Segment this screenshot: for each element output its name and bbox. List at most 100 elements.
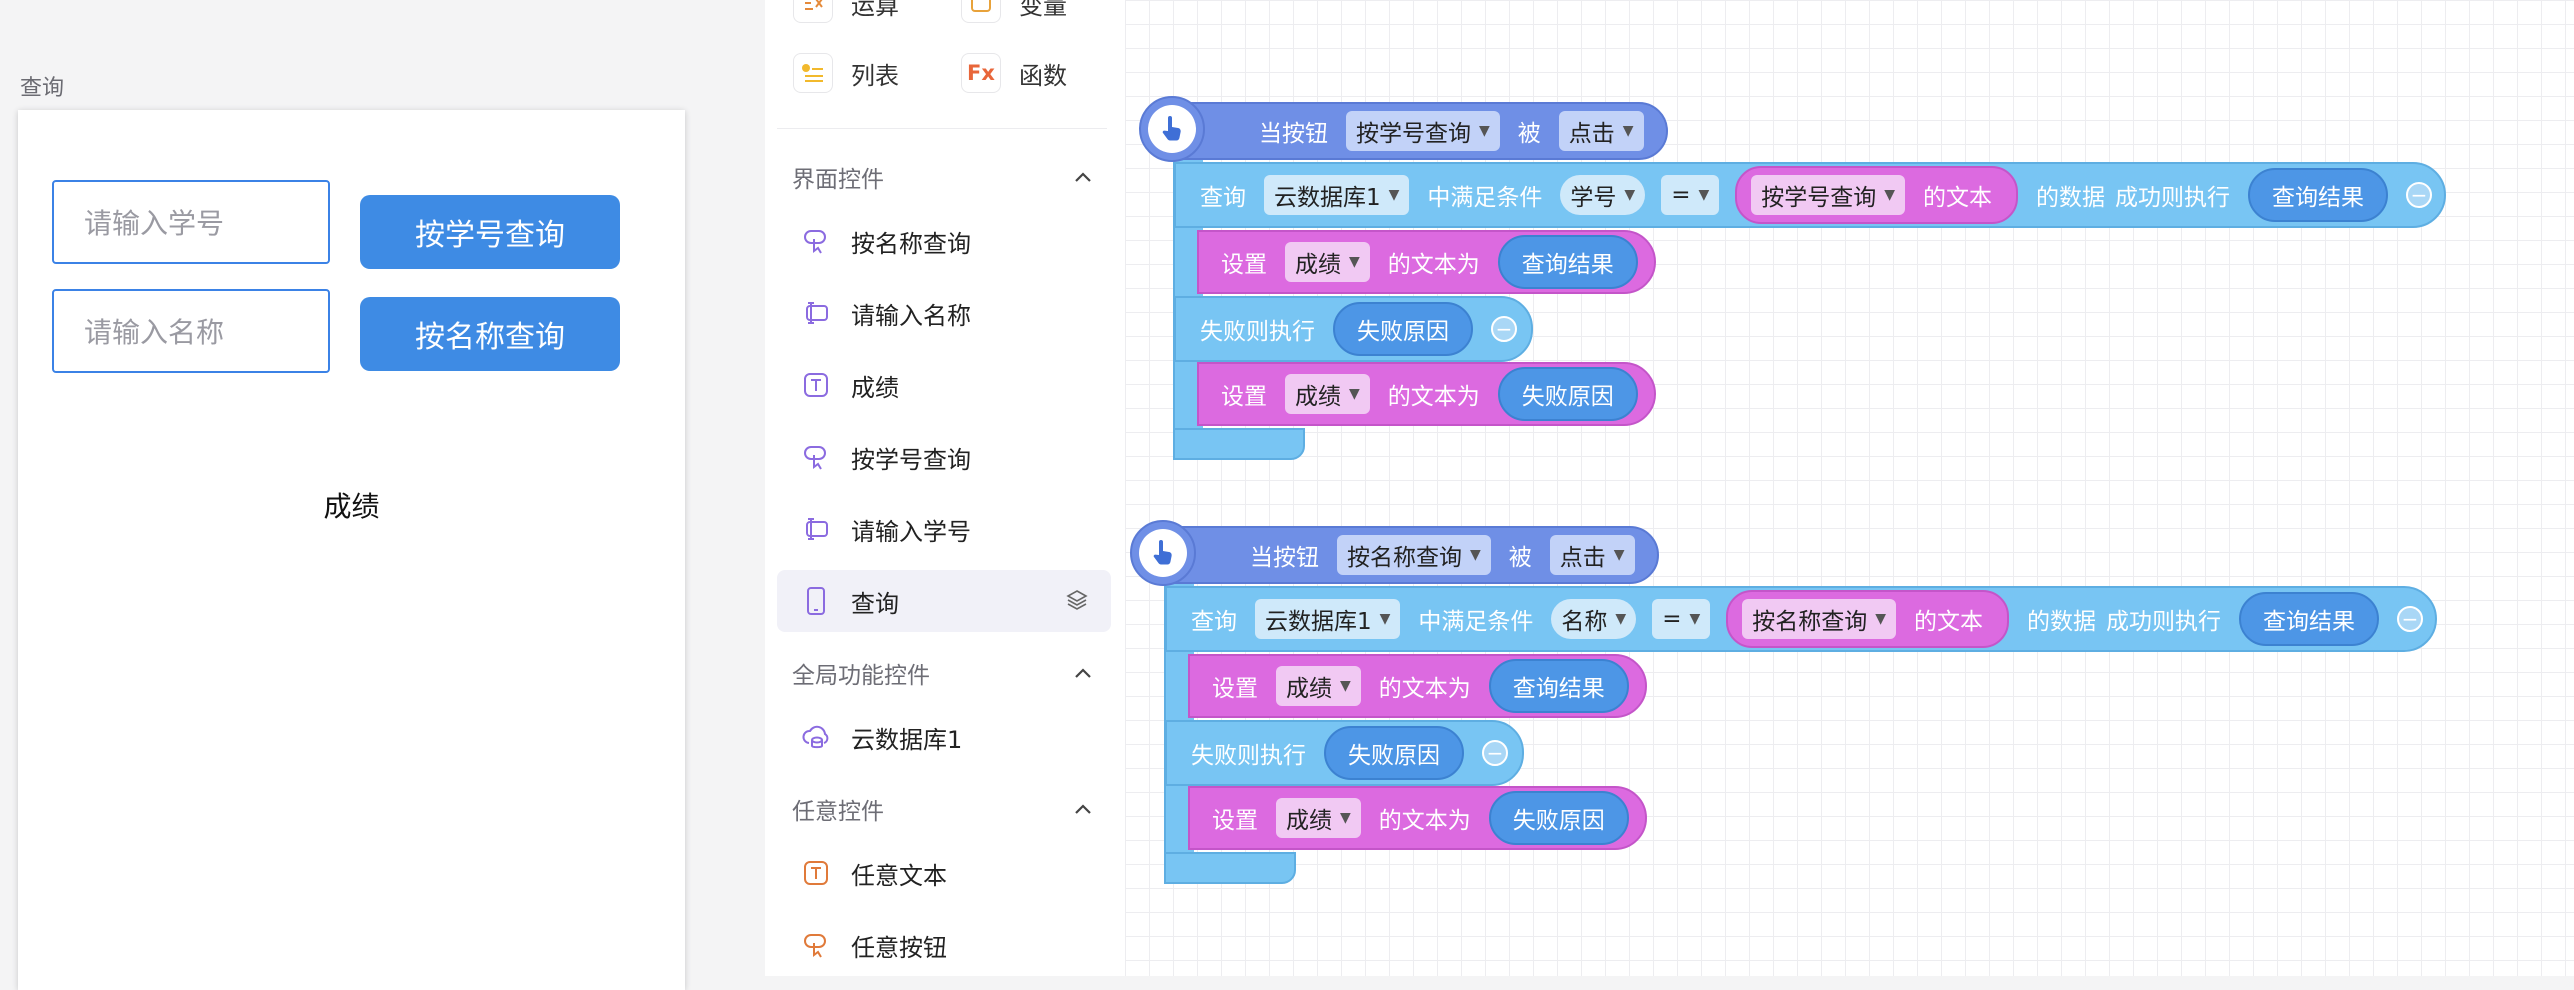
query-result-value[interactable]: 查询结果 [1497, 235, 1638, 289]
component-item-query-by-id[interactable]: 按学号查询 [777, 426, 1111, 488]
query-result-value[interactable]: 查询结果 [1488, 659, 1629, 713]
database-dropdown[interactable]: 云数据库1 ▼ [1264, 175, 1410, 215]
component-item-any-button[interactable]: 任意按钮 [777, 914, 1111, 976]
dropdown-value: 学号 [1570, 185, 1617, 211]
category-variable[interactable]: 变量 [961, 0, 1067, 28]
event-type-dropdown[interactable]: 点击 ▼ [1558, 111, 1644, 151]
target-component-dropdown[interactable]: 成绩 ▼ [1285, 374, 1370, 414]
keyword-text-is: 的文本为 [1387, 384, 1480, 410]
component-item-screen[interactable]: 查询 [777, 570, 1111, 632]
minus-icon[interactable]: − [1491, 316, 1517, 342]
event-footer [1173, 428, 1305, 460]
category-operator[interactable]: 运算 [793, 0, 899, 28]
chevron-down-icon: ▼ [1349, 254, 1360, 270]
fail-reason-variable[interactable]: 失败原因 [1333, 302, 1473, 356]
query-result-variable[interactable]: 查询结果 [2248, 168, 2389, 222]
component-item-name-input[interactable]: 请输入名称 [777, 282, 1111, 344]
section-global-controls[interactable]: 全局功能控件 [792, 656, 1092, 690]
section-ui-controls[interactable]: 界面控件 [792, 160, 1092, 194]
item-label: 按名称查询 [851, 229, 971, 258]
category-function[interactable]: Fx 函数 [961, 48, 1067, 98]
keyword-when-button: 当按钮 [1259, 121, 1328, 147]
section-title: 界面控件 [792, 167, 884, 193]
set-text-block-fail[interactable]: 设置 成绩 ▼ 的文本为 失败原因 [1188, 786, 1647, 850]
minus-icon[interactable]: − [2397, 606, 2424, 632]
component-dropdown[interactable]: 按学号查询 ▼ [1751, 175, 1906, 215]
fail-reason-value[interactable]: 失败原因 [1488, 791, 1629, 845]
target-component-dropdown[interactable]: 成绩 ▼ [1276, 798, 1361, 838]
chevron-down-icon: ▼ [1613, 547, 1625, 563]
block-workspace[interactable]: 当按钮 按学号查询 ▼ 被 点击 ▼ 查询 云数据库1 ▼ 中满足条件 学号 ▼ = ▼ … [1125, 0, 2574, 976]
component-item-cloud-db[interactable]: 云数据库1 [777, 706, 1111, 768]
component-item-score[interactable]: 成绩 [777, 354, 1111, 416]
db-query-block[interactable]: 查询 云数据库1 ▼ 中满足条件 名称 ▼ = ▼ 按名称查询 ▼ 的文本 的数据 成功… [1165, 586, 2438, 652]
target-component-dropdown[interactable]: 成绩 ▼ [1285, 242, 1370, 282]
dropdown-value: 云数据库1 [1265, 609, 1372, 635]
keyword-set: 设置 [1221, 384, 1267, 410]
query-by-id-button[interactable]: 按学号查询 [360, 195, 620, 269]
operator-dropdown[interactable]: = ▼ [1652, 599, 1711, 639]
keyword-success: 成功则执行 [2106, 609, 2222, 635]
label-component-icon [801, 370, 831, 400]
set-text-block-success[interactable]: 设置 成绩 ▼ 的文本为 查询结果 [1188, 654, 1647, 718]
label-component-icon [801, 858, 831, 888]
operator-dropdown[interactable]: = ▼ [1661, 175, 1720, 215]
component-item-query-by-name[interactable]: 按名称查询 [777, 210, 1111, 272]
event-type-dropdown[interactable]: 点击 ▼ [1549, 535, 1635, 575]
keyword-set: 设置 [1212, 676, 1258, 702]
dropdown-value: = [1662, 606, 1682, 632]
text-of-block[interactable]: 按名称查询 ▼ 的文本 [1726, 590, 2010, 648]
chevron-down-icon: ▼ [1379, 611, 1391, 627]
list-icon [793, 53, 833, 93]
chevron-down-icon: ▼ [1875, 611, 1887, 627]
minus-icon[interactable]: − [2406, 182, 2433, 208]
layers-icon[interactable] [1065, 588, 1089, 618]
fail-reason-value[interactable]: 失败原因 [1497, 367, 1638, 421]
category-label: 变量 [1019, 0, 1067, 20]
button-dropdown[interactable]: 按学号查询 ▼ [1346, 111, 1500, 151]
name-input[interactable]: 请输入名称 [52, 289, 330, 373]
keyword-set: 设置 [1221, 252, 1267, 278]
minus-icon[interactable]: − [1482, 740, 1508, 766]
section-any-controls[interactable]: 任意控件 [792, 792, 1092, 826]
chevron-down-icon: ▼ [1615, 611, 1627, 627]
fail-reason-variable[interactable]: 失败原因 [1324, 726, 1464, 780]
screen-name-label: 查询 [20, 76, 65, 101]
event-block-query-by-name[interactable]: 当按钮 按名称查询 ▼ 被 点击 ▼ [1166, 526, 1659, 584]
fail-handler-block[interactable]: 失败则执行 失败原因 − [1174, 296, 1533, 362]
item-label: 成绩 [851, 373, 899, 402]
dropdown-value: 成绩 [1286, 676, 1332, 702]
keyword-when-button: 当按钮 [1250, 545, 1319, 571]
db-query-block[interactable]: 查询 云数据库1 ▼ 中满足条件 学号 ▼ = ▼ 按学号查询 ▼ 的文本 的数据 成功… [1174, 162, 2447, 228]
query-by-name-button[interactable]: 按名称查询 [360, 297, 620, 371]
fail-handler-block[interactable]: 失败则执行 失败原因 − [1165, 720, 1524, 786]
chevron-down-icon: ▼ [1349, 386, 1360, 402]
database-dropdown[interactable]: 云数据库1 ▼ [1255, 599, 1401, 639]
keyword-text-of: 的文本 [1923, 185, 1993, 211]
field-dropdown[interactable]: 名称 ▼ [1551, 599, 1637, 639]
event-block-query-by-id[interactable]: 当按钮 按学号查询 ▼ 被 点击 ▼ [1175, 102, 1668, 160]
component-item-any-text[interactable]: 任意文本 [777, 842, 1111, 904]
textbox-component-icon [801, 298, 831, 328]
function-icon: Fx [961, 53, 1001, 93]
query-result-variable[interactable]: 查询结果 [2239, 592, 2380, 646]
field-dropdown[interactable]: 学号 ▼ [1560, 175, 1646, 215]
event-footer [1164, 852, 1296, 884]
button-component-icon [801, 226, 831, 256]
set-text-block-fail[interactable]: 设置 成绩 ▼ 的文本为 失败原因 [1197, 362, 1656, 426]
keyword-fail: 失败则执行 [1200, 319, 1315, 345]
component-dropdown[interactable]: 按名称查询 ▼ [1742, 599, 1897, 639]
divider [777, 128, 1107, 129]
phone-screen[interactable]: 请输入学号 按学号查询 请输入名称 按名称查询 成绩 [18, 110, 685, 990]
set-text-block-success[interactable]: 设置 成绩 ▼ 的文本为 查询结果 [1197, 230, 1656, 294]
component-item-id-input[interactable]: 请输入学号 [777, 498, 1111, 560]
student-id-input[interactable]: 请输入学号 [52, 180, 330, 264]
keyword-query: 查询 [1191, 609, 1237, 635]
category-list[interactable]: 列表 [793, 48, 899, 98]
button-dropdown[interactable]: 按名称查询 ▼ [1337, 535, 1491, 575]
keyword-set: 设置 [1212, 808, 1258, 834]
text-of-block[interactable]: 按学号查询 ▼ 的文本 [1735, 166, 2019, 224]
keyword-data-of: 的数据 [2036, 185, 2106, 211]
chevron-up-icon [1074, 799, 1092, 820]
target-component-dropdown[interactable]: 成绩 ▼ [1276, 666, 1361, 706]
